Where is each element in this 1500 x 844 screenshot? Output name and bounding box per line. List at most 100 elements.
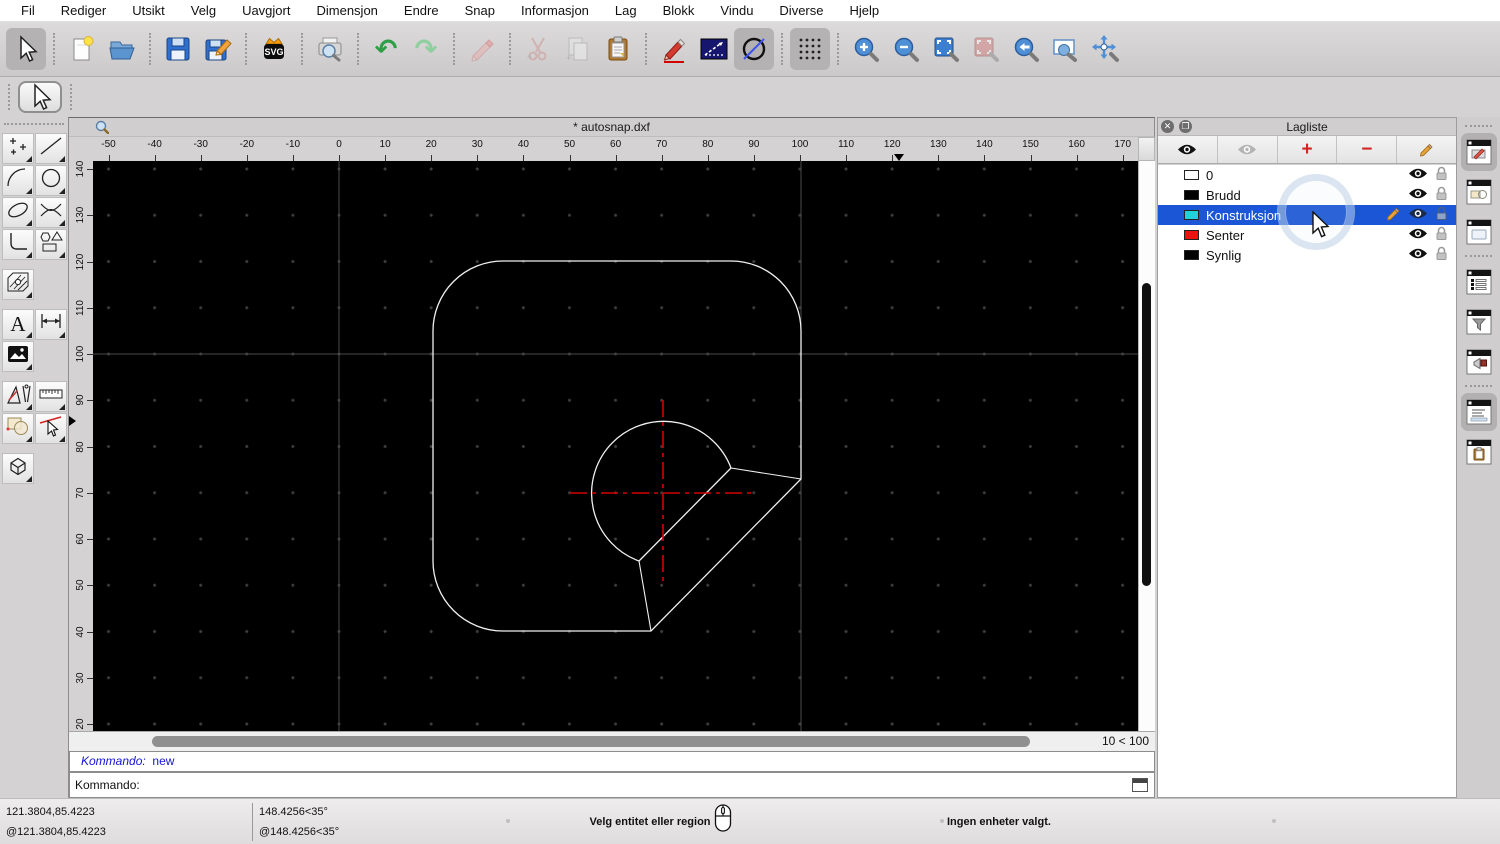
dock-strip-handle[interactable] xyxy=(1465,385,1492,389)
select-arrow-button[interactable] xyxy=(6,28,46,70)
document-title-bar[interactable]: * autosnap.dxf xyxy=(69,118,1154,137)
zoom-previous-button[interactable] xyxy=(1006,28,1046,70)
zoom-in-button[interactable] xyxy=(846,28,886,70)
ruler-tick-label: 110 xyxy=(75,299,86,316)
list-window-button[interactable] xyxy=(1461,263,1497,301)
menu-vindu[interactable]: Vindu xyxy=(707,3,766,18)
zoom-out-button[interactable] xyxy=(886,28,926,70)
zoom-pan-button[interactable] xyxy=(1086,28,1126,70)
menu-velg[interactable]: Velg xyxy=(178,3,229,18)
point-tool-button[interactable] xyxy=(2,133,34,164)
drafting-tool-button[interactable] xyxy=(2,381,34,412)
menu-blokk[interactable]: Blokk xyxy=(650,3,708,18)
menu-utsikt[interactable]: Utsikt xyxy=(119,3,178,18)
layer-name: Synlig xyxy=(1206,247,1242,263)
layer-name: Brudd xyxy=(1206,187,1241,203)
undo-button[interactable]: ↶ xyxy=(366,28,406,70)
dimension-tool-button[interactable] xyxy=(35,309,67,340)
layer-lock-icon[interactable] xyxy=(1435,246,1448,264)
toolbar-drag-handle[interactable] xyxy=(70,84,72,110)
circle-tool-button[interactable] xyxy=(35,165,67,196)
layer-lock-icon[interactable] xyxy=(1435,166,1448,184)
text-icon: A xyxy=(10,311,26,336)
current-tool-button[interactable] xyxy=(18,81,62,113)
save-as-button[interactable] xyxy=(198,28,238,70)
new-document-button[interactable] xyxy=(62,28,102,70)
image-tool-button[interactable] xyxy=(2,341,34,372)
remove-layer-button[interactable]: − xyxy=(1337,136,1398,163)
layer-lock-icon[interactable] xyxy=(1435,186,1448,204)
grid-toggle-button[interactable] xyxy=(790,28,830,70)
horizontal-scrollbar[interactable]: 10 < 100 xyxy=(69,731,1155,751)
clipboard-window-button[interactable] xyxy=(1461,433,1497,471)
measure-tool-button[interactable] xyxy=(35,381,67,412)
print-preview-button[interactable] xyxy=(310,28,350,70)
line-mode-button[interactable] xyxy=(694,28,734,70)
filter-window-button[interactable] xyxy=(1461,303,1497,341)
vertical-scrollbar-thumb[interactable] xyxy=(1142,283,1151,586)
edit-layer-icon[interactable] xyxy=(1386,206,1401,224)
dock-widget-strip xyxy=(1457,117,1500,798)
ruler-tick-label: 110 xyxy=(838,139,855,150)
draw-pencil-button[interactable] xyxy=(654,28,694,70)
layer-visibility-icon[interactable] xyxy=(1408,167,1428,183)
menu-hjelp[interactable]: Hjelp xyxy=(837,3,893,18)
block-window-button[interactable] xyxy=(1461,343,1497,381)
text-tool-button[interactable]: A xyxy=(2,309,34,340)
dock-strip-handle[interactable] xyxy=(1465,255,1492,259)
polygon-tool-button[interactable] xyxy=(35,229,67,260)
dock-strip-handle[interactable] xyxy=(1465,125,1492,129)
layer-panel-toolbar: + − xyxy=(1158,136,1456,164)
layer-lock-icon[interactable] xyxy=(1435,226,1448,244)
menu-fil[interactable]: Fil xyxy=(8,3,48,18)
blank-window-button[interactable] xyxy=(1461,213,1497,251)
zoom-window-button[interactable] xyxy=(1046,28,1086,70)
spline-tool-button[interactable] xyxy=(35,197,67,228)
close-panel-button[interactable]: ✕ xyxy=(1161,120,1174,133)
status-dot xyxy=(940,819,944,823)
trim-tool-button[interactable] xyxy=(35,413,67,444)
menu-endre[interactable]: Endre xyxy=(391,3,452,18)
hatch-tool-button[interactable] xyxy=(2,269,34,300)
drawing-canvas[interactable] xyxy=(93,161,1138,731)
layer-visibility-icon[interactable] xyxy=(1408,187,1428,203)
paste-button[interactable] xyxy=(598,28,638,70)
menu-lag[interactable]: Lag xyxy=(602,3,650,18)
layer-visibility-icon[interactable] xyxy=(1408,207,1428,223)
layer-visibility-icon[interactable] xyxy=(1408,247,1428,263)
polyline-tool-button[interactable] xyxy=(2,229,34,260)
menu-uavgjort[interactable]: Uavgjort xyxy=(229,3,303,18)
hide-all-layers-button[interactable] xyxy=(1218,136,1278,163)
zoom-auto-button[interactable] xyxy=(926,28,966,70)
ellipse-tool-button[interactable] xyxy=(2,197,34,228)
command-window-button[interactable] xyxy=(1132,778,1148,792)
layer-lock-icon[interactable] xyxy=(1435,206,1448,224)
add-layer-button[interactable]: + xyxy=(1278,136,1338,163)
palette-drag-handle[interactable] xyxy=(4,123,64,129)
menu-rediger[interactable]: Rediger xyxy=(48,3,120,18)
menu-informasjon[interactable]: Informasjon xyxy=(508,3,602,18)
redo-button[interactable]: ↷ xyxy=(406,28,446,70)
menu-snap[interactable]: Snap xyxy=(452,3,508,18)
vertical-scrollbar[interactable] xyxy=(1138,161,1155,731)
command-window-button[interactable] xyxy=(1460,393,1497,431)
open-folder-button[interactable] xyxy=(102,28,142,70)
pen-window-button[interactable] xyxy=(1460,133,1497,171)
arc-tool-button[interactable] xyxy=(2,165,34,196)
show-all-layers-button[interactable] xyxy=(1158,136,1218,163)
edit-layer-button[interactable] xyxy=(1397,136,1456,163)
horizontal-scrollbar-thumb[interactable] xyxy=(152,736,1030,747)
svg-export-button[interactable]: SVG xyxy=(254,28,294,70)
box3d-tool-button[interactable] xyxy=(2,453,34,484)
toolbar-drag-handle[interactable] xyxy=(8,84,10,110)
command-input[interactable]: Kommando: xyxy=(69,772,1155,798)
menu-diverse[interactable]: Diverse xyxy=(766,3,836,18)
line-tool-button[interactable] xyxy=(35,133,67,164)
save-button[interactable] xyxy=(158,28,198,70)
layer-visibility-icon[interactable] xyxy=(1408,227,1428,243)
construction-mode-button[interactable] xyxy=(734,28,774,70)
float-panel-button[interactable]: ❐ xyxy=(1179,120,1192,133)
menu-dimensjon[interactable]: Dimensjon xyxy=(303,3,390,18)
modify-tool-button[interactable] xyxy=(2,413,34,444)
shapes-window-button[interactable] xyxy=(1461,173,1497,211)
